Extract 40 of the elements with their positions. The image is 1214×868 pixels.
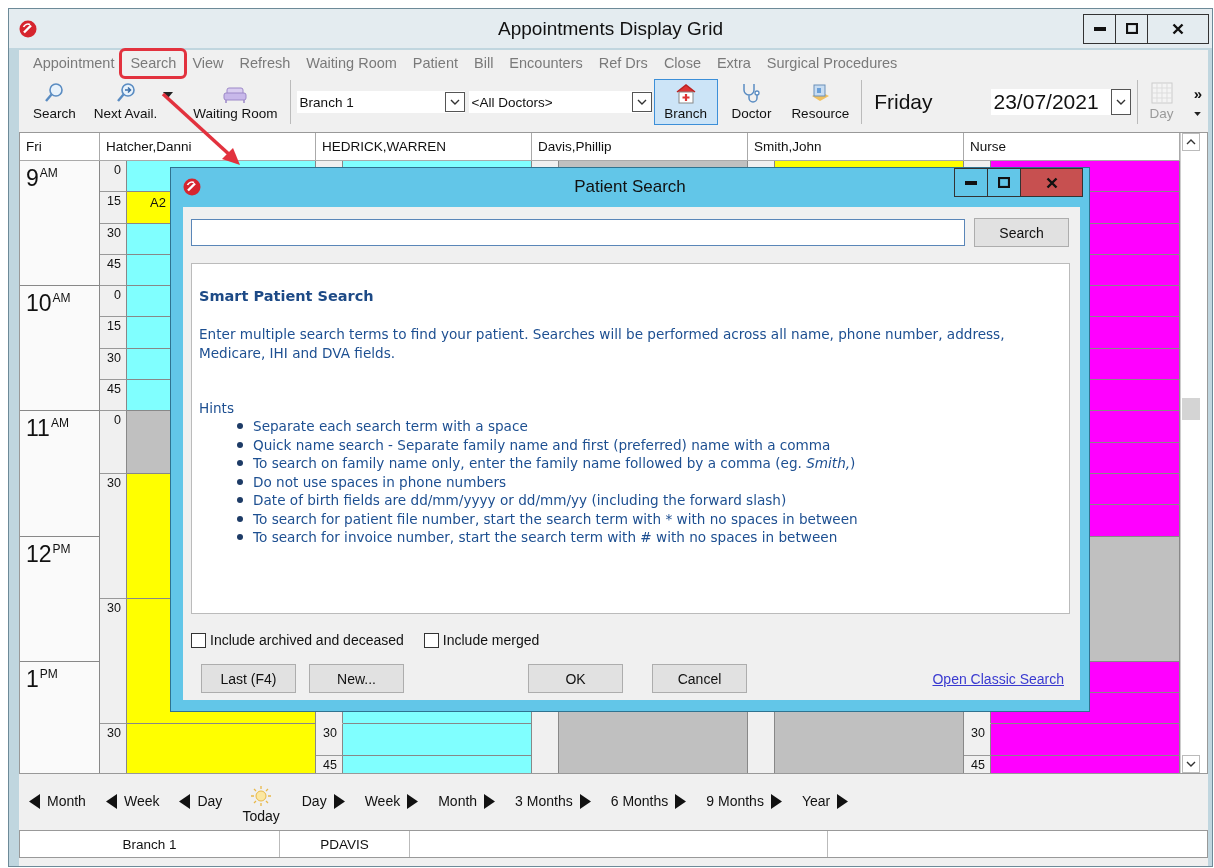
meridiem-label: AM: [52, 292, 71, 305]
minute-label: 0: [100, 286, 127, 318]
minute-label: 0: [100, 411, 127, 474]
hint-text: To search for invoice number, start the search term with # with no spaces in between: [253, 528, 838, 547]
dialog-title: Patient Search: [574, 177, 686, 197]
minute-label: 0: [100, 161, 127, 193]
status-cell: Branch 1: [20, 831, 280, 857]
meridiem-label: PM: [52, 542, 71, 555]
minute-label: 30: [100, 724, 127, 773]
hint-text: To search for patient file number, start the search term with * with no spaces in between: [253, 509, 858, 528]
hour-label: 1: [26, 667, 39, 691]
hints-heading: Hints: [199, 399, 236, 417]
window-title: Appointments Display Grid: [498, 18, 723, 40]
hour-label: 12: [26, 542, 52, 566]
minute-label: 30: [316, 724, 343, 756]
minute-label: 45: [100, 380, 127, 412]
minute-label: 30: [100, 223, 127, 255]
meridiem-label: PM: [39, 667, 58, 680]
minute-label: 30: [100, 599, 127, 725]
hint-text: To search on family name only, enter the family name followed by a comma (eg. Smith,): [253, 454, 856, 473]
status-cell: PDAVIS: [280, 831, 410, 857]
day-name: Friday: [874, 90, 933, 114]
hour-label: 10: [26, 292, 52, 316]
meridiem-label: AM: [50, 417, 69, 430]
minute-label: 30: [100, 473, 127, 600]
minute-label: 15: [100, 192, 127, 224]
minute-label: 45: [100, 254, 127, 287]
hint-text: Quick name search - Separate family name and first (preferred) name with a comma: [253, 435, 831, 454]
description-text: Enter multiple search terms to find your patient. Searches will be performed across all name, phone number, address, Medicare, IHI and DVA fields.: [199, 325, 1006, 363]
day-header: Fri: [20, 133, 100, 161]
minute-label: 15: [100, 317, 127, 349]
panel-heading: Smart Patient Search: [199, 288, 375, 304]
hint-text: Separate each search term with a space: [253, 417, 528, 436]
hour-label: 9: [26, 167, 39, 190]
minute-label: 30: [964, 724, 991, 756]
meridiem-label: AM: [39, 167, 58, 179]
hour-label: 11: [26, 417, 50, 441]
minute-label: 30: [100, 348, 127, 381]
hint-text: Date of birth fields are dd/mm/yyyy or dd/mm/yy (including the forward slash): [253, 491, 787, 510]
hint-text: Do not use spaces in phone numbers: [253, 472, 507, 491]
